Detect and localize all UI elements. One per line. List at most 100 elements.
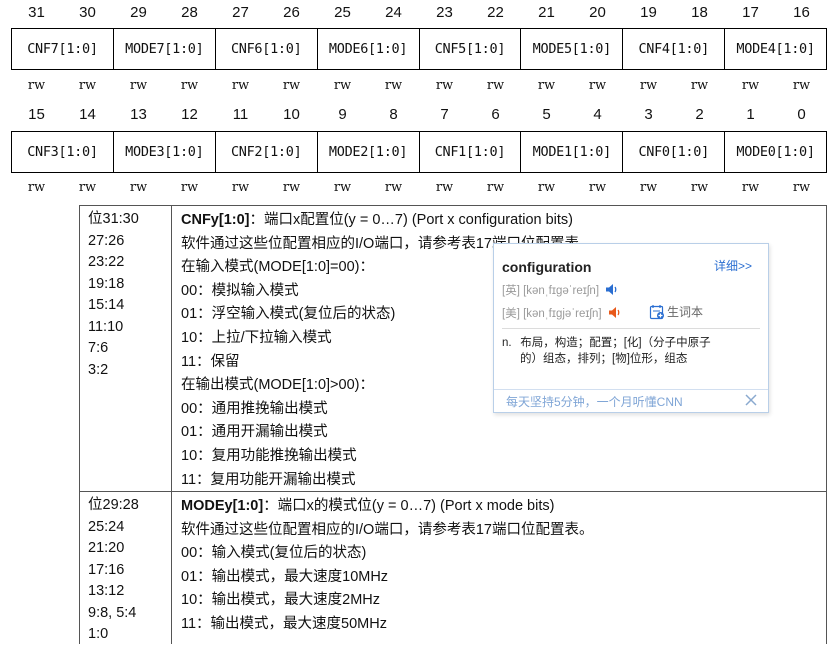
register-fields-low: CNF3[1:0] MODE3[1:0] CNF2[1:0] MODE2[1:0…: [11, 131, 827, 173]
access-label: rw: [792, 180, 811, 195]
bit-number: 8: [389, 106, 398, 123]
access-label: rw: [282, 78, 301, 93]
access-label: rw: [741, 78, 760, 93]
bit-range: 25:24: [88, 518, 125, 535]
access-label: rw: [78, 78, 97, 93]
bit-number: 0: [797, 106, 806, 123]
field-mode0: MODE0[1:0]: [736, 144, 815, 160]
add-to-wordbook-label: 生词本: [667, 305, 704, 319]
bit-number: 2: [695, 106, 704, 123]
bit-range: 3:2: [88, 361, 109, 378]
bit-number: 16: [793, 4, 810, 21]
bit-number: 17: [742, 4, 759, 21]
field-cnf0: CNF0[1:0]: [623, 132, 726, 172]
field-cnf2: CNF2[1:0]: [216, 132, 318, 172]
mode-bit-positions: 位29:28 25:24 21:20 17:16 13:12 9:8, 5:4 …: [80, 492, 172, 644]
bit-number: 27: [232, 4, 249, 21]
bit-number: 10: [283, 106, 300, 123]
description-line: 00：输入模式(复位后的状态): [181, 545, 367, 562]
bit-number: 12: [181, 106, 198, 123]
field-cnf6: CNF6[1:0]: [216, 29, 318, 69]
access-label: rw: [78, 180, 97, 195]
bit-range: 11:10: [88, 318, 124, 335]
description-line: 10：输出模式，最大速度2MHz: [181, 592, 380, 609]
access-label: rw: [588, 180, 607, 195]
access-label: rw: [792, 78, 811, 93]
bit-range: 9:8, 5:4: [88, 604, 137, 621]
bit-range: 位31:30: [88, 211, 139, 227]
access-label: rw: [588, 78, 607, 93]
add-to-wordbook-button[interactable]: 生词本: [649, 303, 703, 320]
bit-range: 13:12: [88, 583, 125, 599]
access-label: rw: [333, 78, 352, 93]
access-row-low: rw rw rw rw rw rw rw rw rw rw rw rw rw r…: [11, 180, 827, 196]
bit-number: 28: [181, 4, 198, 21]
bit-number: 1: [746, 106, 755, 123]
access-label: rw: [27, 78, 46, 93]
bit-number: 11: [232, 106, 249, 123]
bit-range: 27:26: [88, 232, 125, 249]
cnf-title: CNFy[1:0]：端口x配置位(y = 0…7) (Port x config…: [181, 209, 822, 233]
bit-number: 3: [644, 106, 653, 123]
field-cnf1: CNF1[1:0]: [420, 132, 522, 172]
field-mode2: MODE2[1:0]: [318, 132, 420, 172]
access-label: rw: [384, 78, 403, 93]
access-label: rw: [486, 180, 505, 195]
bit-number: 7: [440, 106, 449, 123]
definition: n. 布局，构造；配置；[化]（分子中原子 的）组态，排列；[物]位形，组态: [502, 335, 760, 367]
bit-number: 9: [338, 106, 347, 123]
speaker-icon[interactable]: [608, 306, 622, 322]
access-label: rw: [486, 78, 505, 93]
field-mode5: MODE5[1:0]: [521, 29, 624, 69]
bit-number: 22: [487, 4, 504, 21]
field-mode1: MODE1[1:0]: [521, 132, 624, 172]
bit-range: 位29:28: [88, 497, 139, 513]
pronunciation-us: [美] [kənˌfɪɡjəˈreɪʃn]: [502, 305, 622, 322]
mode-description-text: MODEy[1:0]：端口x的模式位(y = 0…7) (Port x mode…: [181, 495, 822, 637]
field-mode4: MODE4[1:0]: [736, 41, 815, 57]
bit-number: 24: [385, 4, 402, 21]
field-mode3: MODE3[1:0]: [114, 132, 216, 172]
access-label: rw: [180, 78, 199, 93]
mode-title-bold: MODEy[1:0]: [181, 498, 264, 514]
access-label: rw: [690, 78, 709, 93]
details-link[interactable]: 详细>>: [714, 257, 752, 274]
promo-link[interactable]: 每天坚持5分钟，一个月听懂CNN: [506, 393, 683, 410]
field-cnf3: CNF3[1:0]: [12, 132, 114, 172]
field-cnf5: CNF5[1:0]: [420, 29, 522, 69]
bit-range: 7:6: [88, 340, 109, 356]
bit-range: 21:20: [88, 540, 125, 556]
popup-divider: [502, 328, 760, 329]
bit-number: 13: [130, 106, 147, 123]
mode-description-row: 位29:28 25:24 21:20 17:16 13:12 9:8, 5:4 …: [80, 492, 826, 644]
speaker-icon[interactable]: [605, 283, 619, 299]
description-line: 11：输出模式，最大速度50MHz: [181, 615, 387, 632]
bit-number: 20: [589, 4, 606, 21]
access-label: rw: [129, 180, 148, 195]
bit-range: 17:16: [88, 561, 125, 578]
cnf-title-rest: ：端口x配置位(y = 0…7) (Port x configuration b…: [249, 212, 574, 228]
bit-numbers-high: 31 30 29 28 27 26 25 24 23 22 21 20 19 1…: [11, 3, 827, 23]
description-line: 11：复用功能开漏输出模式: [181, 471, 356, 488]
bit-range: 19:18: [88, 275, 125, 292]
bit-number: 4: [593, 106, 602, 123]
bit-number: 25: [334, 4, 351, 21]
pronunciation-uk: [英] [kənˌfɪɡəˈreɪʃn]: [502, 282, 619, 299]
popup-headword: configuration: [502, 259, 592, 275]
access-label: rw: [27, 180, 46, 195]
field-cnf7: CNF7[1:0]: [12, 29, 114, 69]
definition-line: n. 布局，构造；配置；[化]（分子中原子: [502, 335, 760, 351]
bit-number: 5: [542, 106, 551, 123]
bit-number: 29: [130, 4, 147, 21]
close-icon[interactable]: [744, 393, 758, 407]
access-label: rw: [435, 78, 454, 93]
definition-text: 的）组态，排列；[物]位形，组态: [520, 353, 688, 365]
cnf-bit-positions: 位31:30 27:26 23:22 19:18 15:14 11:10 7:6…: [80, 206, 172, 491]
bit-number: 6: [491, 106, 500, 123]
access-label: rw: [180, 180, 199, 195]
field-mode6: MODE6[1:0]: [318, 29, 420, 69]
access-label: rw: [639, 78, 658, 93]
description-line: 01：输出模式，最大速度10MHz: [181, 568, 389, 585]
mode-title: MODEy[1:0]：端口x的模式位(y = 0…7) (Port x mode…: [181, 495, 822, 519]
access-label: rw: [384, 180, 403, 195]
